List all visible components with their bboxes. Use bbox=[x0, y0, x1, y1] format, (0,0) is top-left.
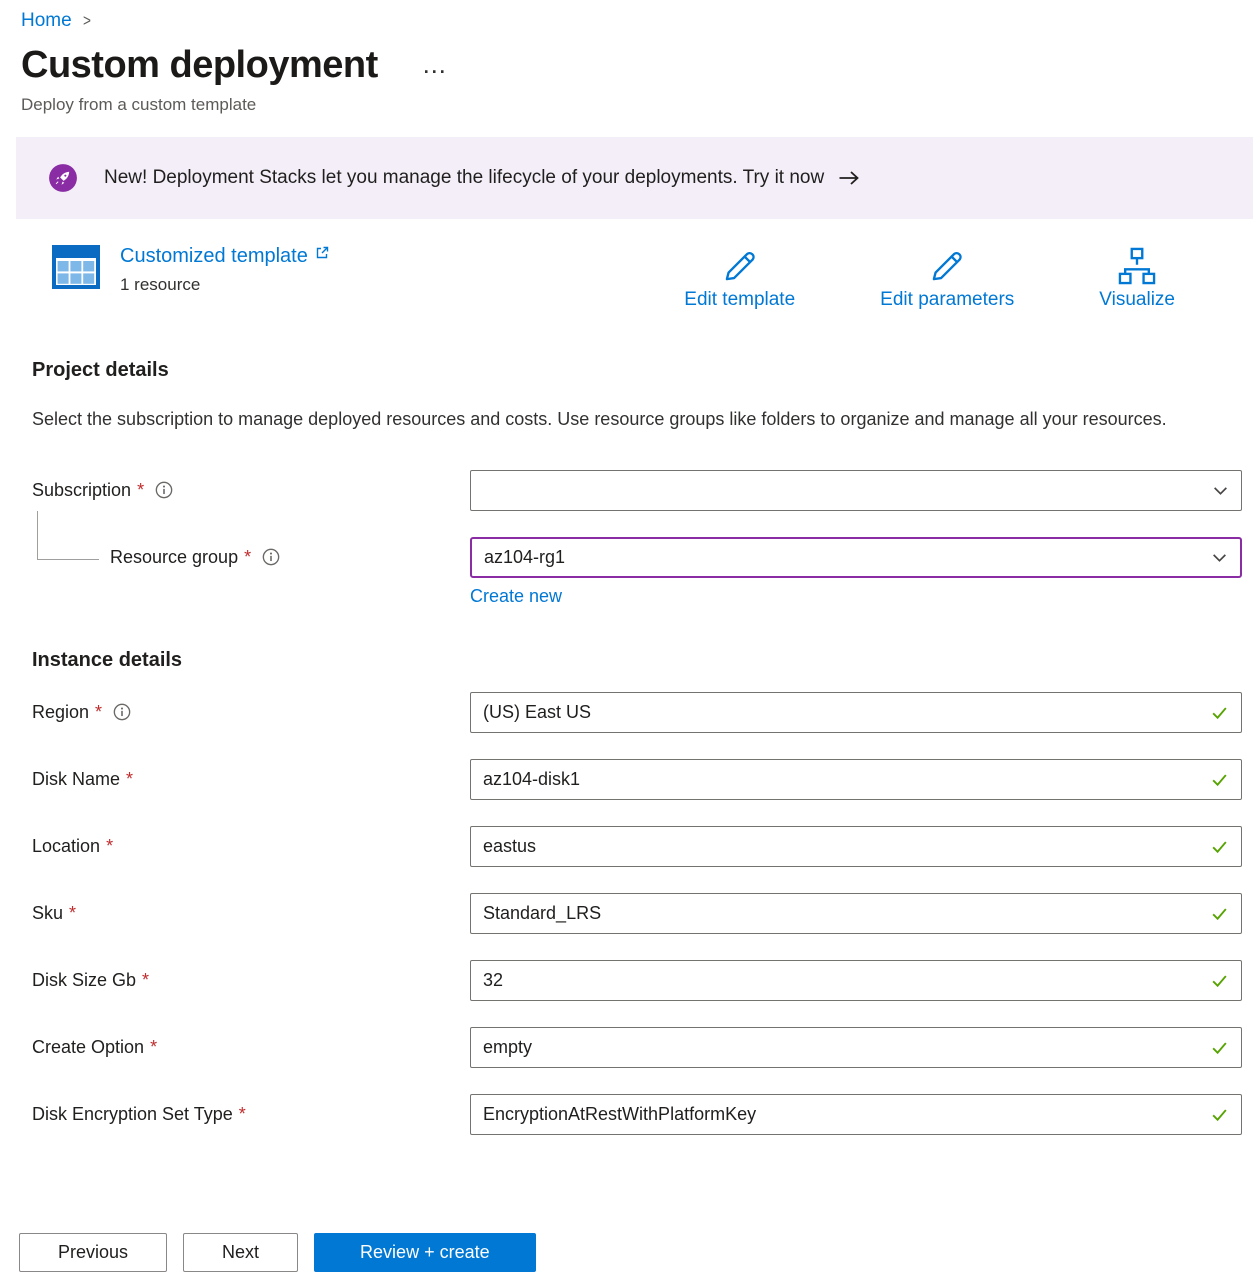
location-field-row: Location * bbox=[32, 826, 1242, 867]
disk-name-label: Disk Name bbox=[32, 769, 120, 790]
info-icon[interactable] bbox=[262, 548, 280, 566]
disk-name-input[interactable] bbox=[483, 769, 1202, 790]
region-label: Region bbox=[32, 702, 89, 723]
info-icon[interactable] bbox=[113, 703, 131, 721]
customized-template-link[interactable]: Customized template bbox=[120, 245, 308, 268]
sku-label: Sku bbox=[32, 903, 63, 924]
chevron-down-icon[interactable] bbox=[1211, 549, 1228, 566]
arrow-right-icon[interactable] bbox=[838, 170, 860, 186]
template-summary: Customized template 1 resource Edit temp… bbox=[52, 245, 1175, 311]
sku-input[interactable] bbox=[483, 903, 1202, 924]
review-create-button[interactable]: Review + create bbox=[314, 1233, 536, 1272]
project-details-description: Select the subscription to manage deploy… bbox=[32, 404, 1182, 436]
pencil-icon bbox=[926, 245, 968, 287]
resource-group-input[interactable] bbox=[484, 547, 1203, 568]
required-asterisk: * bbox=[137, 480, 144, 501]
sku-field-row: Sku * bbox=[32, 893, 1242, 934]
sku-field bbox=[470, 893, 1242, 934]
region-field-row: Region * bbox=[32, 692, 1242, 733]
tree-connector-line bbox=[37, 511, 99, 560]
region-input[interactable] bbox=[483, 702, 1202, 723]
valid-check-icon bbox=[1210, 904, 1229, 923]
previous-button[interactable]: Previous bbox=[19, 1233, 167, 1272]
disk-name-field bbox=[470, 759, 1242, 800]
page-subtitle: Deploy from a custom template bbox=[21, 95, 1253, 115]
region-field bbox=[470, 692, 1242, 733]
required-asterisk: * bbox=[142, 970, 149, 991]
create-option-input[interactable] bbox=[483, 1037, 1202, 1058]
template-resource-count: 1 resource bbox=[120, 275, 330, 295]
disk-encryption-set-type-input[interactable] bbox=[483, 1104, 1202, 1125]
location-field bbox=[470, 826, 1242, 867]
footer-bar: Previous Next Review + create bbox=[0, 1210, 1253, 1280]
page-title: Custom deployment bbox=[21, 44, 378, 87]
resource-group-label: Resource group bbox=[110, 547, 238, 568]
subscription-input[interactable] bbox=[483, 480, 1204, 501]
instance-details-heading: Instance details bbox=[32, 649, 1242, 672]
deployment-stacks-banner: New! Deployment Stacks let you manage th… bbox=[16, 137, 1253, 219]
disk-size-gb-label: Disk Size Gb bbox=[32, 970, 136, 991]
required-asterisk: * bbox=[150, 1037, 157, 1058]
subscription-field-row: Subscription * bbox=[32, 470, 1242, 511]
create-option-field bbox=[470, 1027, 1242, 1068]
rocket-icon bbox=[48, 163, 78, 193]
required-asterisk: * bbox=[106, 836, 113, 857]
valid-check-icon bbox=[1210, 837, 1229, 856]
subscription-label: Subscription bbox=[32, 480, 131, 501]
more-options-button[interactable]: ··· bbox=[424, 62, 448, 83]
template-icon bbox=[52, 245, 100, 289]
disk-encryption-set-type-label: Disk Encryption Set Type bbox=[32, 1104, 233, 1125]
visualize-icon bbox=[1116, 245, 1158, 287]
required-asterisk: * bbox=[239, 1104, 246, 1125]
create-option-label: Create Option bbox=[32, 1037, 144, 1058]
valid-check-icon bbox=[1210, 1038, 1229, 1057]
valid-check-icon bbox=[1210, 770, 1229, 789]
disk-encryption-set-type-field-row: Disk Encryption Set Type * bbox=[32, 1094, 1242, 1135]
pencil-icon bbox=[719, 245, 761, 287]
required-asterisk: * bbox=[69, 903, 76, 924]
disk-size-gb-field-row: Disk Size Gb * bbox=[32, 960, 1242, 1001]
required-asterisk: * bbox=[244, 547, 251, 568]
create-option-field-row: Create Option * bbox=[32, 1027, 1242, 1068]
external-link-icon bbox=[314, 245, 330, 261]
valid-check-icon bbox=[1210, 1105, 1229, 1124]
chevron-down-icon[interactable] bbox=[1212, 482, 1229, 499]
project-details-heading: Project details bbox=[32, 359, 1242, 382]
breadcrumb-chevron-icon: > bbox=[83, 11, 91, 31]
location-input[interactable] bbox=[483, 836, 1202, 857]
visualize-button[interactable]: Visualize bbox=[1099, 245, 1175, 311]
edit-template-label: Edit template bbox=[684, 289, 795, 311]
next-button[interactable]: Next bbox=[183, 1233, 298, 1272]
location-label: Location bbox=[32, 836, 100, 857]
disk-encryption-set-type-field bbox=[470, 1094, 1242, 1135]
create-new-link[interactable]: Create new bbox=[470, 586, 562, 606]
custom-deployment-page: Home > Custom deployment ··· Deploy from… bbox=[0, 0, 1253, 1280]
visualize-label: Visualize bbox=[1099, 289, 1175, 311]
disk-name-field-row: Disk Name * bbox=[32, 759, 1242, 800]
breadcrumb: Home > bbox=[21, 10, 1253, 32]
edit-parameters-label: Edit parameters bbox=[880, 289, 1014, 311]
required-asterisk: * bbox=[95, 702, 102, 723]
edit-parameters-button[interactable]: Edit parameters bbox=[880, 245, 1014, 311]
breadcrumb-home-link[interactable]: Home bbox=[21, 10, 72, 32]
resource-group-dropdown[interactable] bbox=[470, 537, 1242, 578]
disk-size-gb-input[interactable] bbox=[483, 970, 1202, 991]
subscription-dropdown[interactable] bbox=[470, 470, 1242, 511]
disk-size-gb-field bbox=[470, 960, 1242, 1001]
info-icon[interactable] bbox=[155, 481, 173, 499]
edit-template-button[interactable]: Edit template bbox=[684, 245, 795, 311]
required-asterisk: * bbox=[126, 769, 133, 790]
valid-check-icon bbox=[1210, 703, 1229, 722]
resource-group-field-row: Resource group * bbox=[32, 537, 1242, 578]
valid-check-icon bbox=[1210, 971, 1229, 990]
banner-text: New! Deployment Stacks let you manage th… bbox=[104, 167, 824, 189]
